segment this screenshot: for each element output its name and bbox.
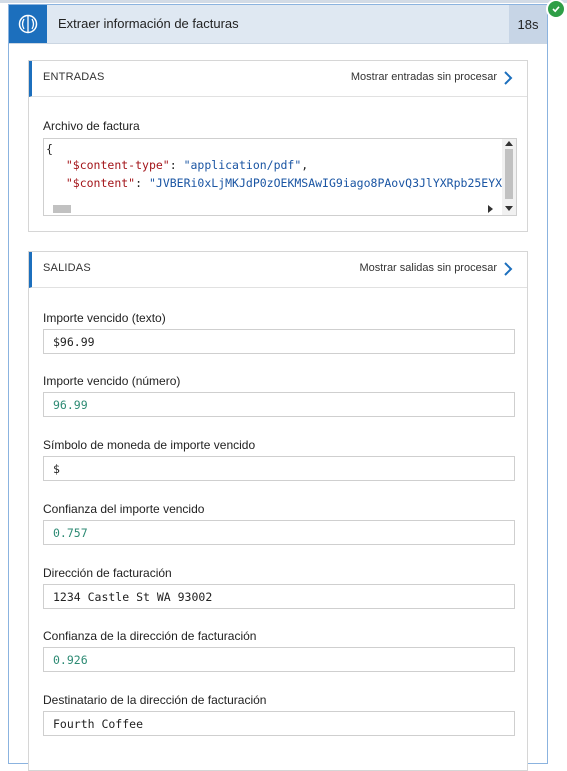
output-label-billing-address: Dirección de facturación — [43, 566, 172, 580]
inputs-section: ENTRADAS Mostrar entradas sin procesar A… — [28, 60, 528, 232]
code-key-content-type: "$content-type" — [65, 158, 170, 172]
action-header[interactable]: Extraer información de facturas 18s — [9, 5, 547, 44]
output-value-amount-due-number[interactable]: 96.99 — [43, 392, 515, 417]
flow-connector-line — [0, 0, 567, 3]
scroll-up-icon[interactable] — [505, 140, 513, 146]
success-check-icon — [546, 0, 566, 19]
output-label-amount-due-text: Importe vencido (texto) — [43, 311, 166, 325]
code-horizontal-scrollbar-thumb[interactable] — [53, 205, 71, 213]
outputs-section: SALIDAS Mostrar salidas sin procesar Imp… — [28, 251, 528, 771]
output-label-billing-recipient: Destinatario de la dirección de facturac… — [43, 693, 267, 707]
output-value-billing-address-confidence[interactable]: 0.926 — [43, 647, 515, 672]
code-value-content: "JVBERi0xLjMKJdP0zOEKMSAwIG9iago8PAovQ3J… — [148, 176, 517, 190]
code-vertical-scrollbar[interactable] — [502, 139, 516, 215]
output-value-billing-recipient[interactable]: Fourth Coffee — [43, 711, 515, 736]
scrollbar-thumb[interactable] — [505, 149, 513, 199]
code-key-content: "$content" — [65, 176, 136, 190]
inputs-section-header: ENTRADAS Mostrar entradas sin procesar — [29, 61, 527, 97]
action-title: Extraer información de facturas — [58, 16, 239, 31]
output-value-amount-confidence[interactable]: 0.757 — [43, 520, 515, 545]
scroll-right-icon[interactable] — [488, 205, 494, 213]
inputs-section-title: ENTRADAS — [43, 71, 105, 83]
scroll-down-icon[interactable] — [505, 206, 513, 212]
action-card: Extraer información de facturas 18s ENTR… — [8, 0, 566, 771]
output-value-amount-due-text[interactable]: $96.99 — [43, 329, 515, 354]
chevron-right-icon[interactable] — [501, 261, 515, 277]
output-label-billing-address-confidence: Confianza de la dirección de facturación — [43, 629, 257, 643]
show-raw-outputs-link[interactable]: Mostrar salidas sin procesar — [359, 262, 497, 274]
outputs-section-title: SALIDAS — [43, 262, 91, 274]
outputs-section-header: SALIDAS Mostrar salidas sin procesar — [29, 252, 527, 288]
action-duration: 18s — [509, 5, 547, 43]
code-open-brace: { — [46, 142, 53, 156]
output-value-billing-address[interactable]: 1234 Castle St WA 93002 — [43, 584, 515, 609]
invoice-file-label: Archivo de factura — [43, 119, 140, 133]
output-label-amount-confidence: Confianza del importe vencido — [43, 502, 205, 516]
code-value-content-type: "application/pdf" — [183, 158, 302, 172]
chevron-right-icon[interactable] — [501, 70, 515, 86]
show-raw-inputs-link[interactable]: Mostrar entradas sin procesar — [351, 71, 497, 83]
ai-builder-icon — [9, 5, 47, 43]
output-label-currency-symbol: Símbolo de moneda de importe vencido — [43, 438, 256, 452]
output-value-currency-symbol[interactable]: $ — [43, 456, 515, 481]
invoice-file-code-view[interactable]: { "$content-type": "application/pdf", "$… — [43, 138, 517, 216]
output-label-amount-due-number: Importe vencido (número) — [43, 374, 181, 388]
